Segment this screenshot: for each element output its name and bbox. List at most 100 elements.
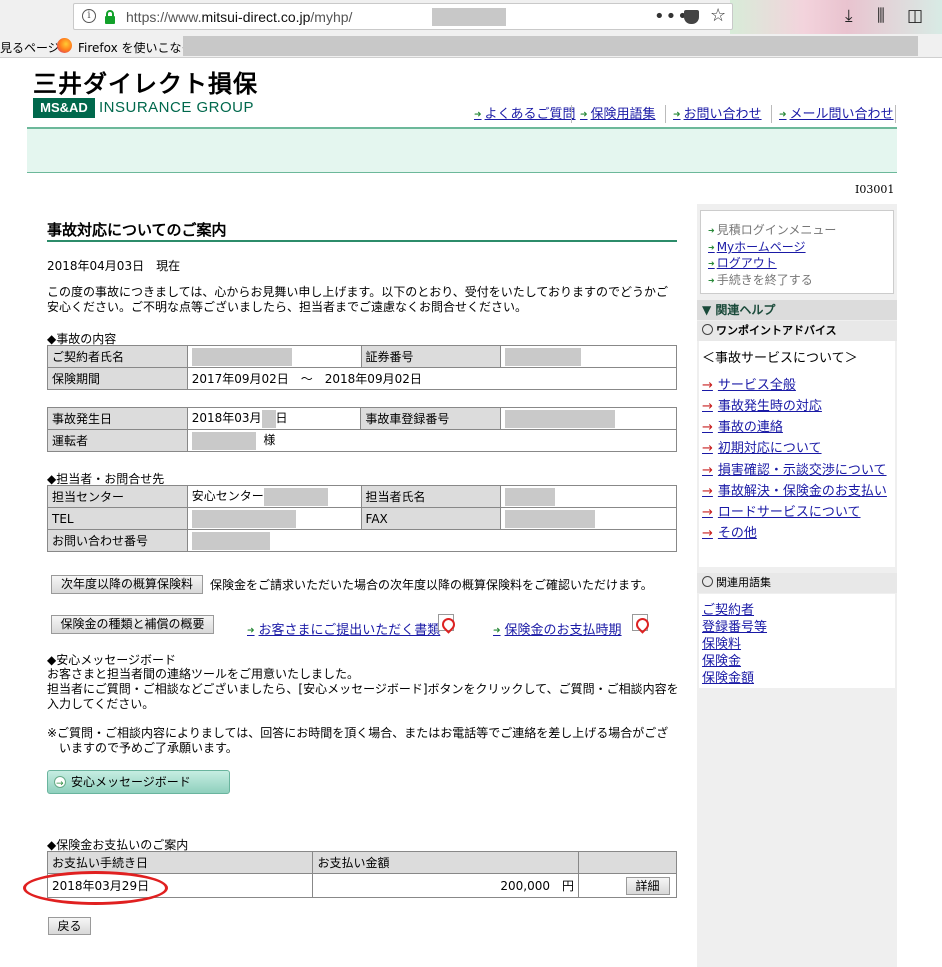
url-text: https://www.mitsui-direct.co.jp/myhp/ — [126, 9, 353, 25]
site-logo[interactable]: 三井ダイレクト損保 — [33, 64, 258, 99]
payment-timing-link[interactable]: ➜ 保険金のお支払時期 — [493, 619, 622, 638]
arrow-icon: ➜ — [474, 110, 482, 120]
fax-value — [500, 507, 677, 530]
help-item[interactable]: → その他 — [702, 522, 757, 541]
sidebar-item-estimate-menu[interactable]: ➜ 見積ログインメニュー — [708, 221, 836, 238]
arrow-icon: → — [702, 399, 713, 414]
browser-chrome: i https://www.mitsui-direct.co.jp/myhp/ … — [0, 0, 942, 58]
nav-glossary[interactable]: ➜ 保険用語集 — [580, 103, 656, 122]
bookmark-item[interactable]: 見るページ — [0, 39, 60, 56]
help-item[interactable]: → 損害確認・示談交渉について — [702, 459, 887, 478]
info-icon[interactable]: i — [82, 9, 96, 23]
help-item[interactable]: → サービス全般 — [702, 374, 796, 393]
arrow-icon: ➜ — [779, 110, 787, 120]
message-board-button[interactable]: 安心メッセージボード — [47, 770, 230, 795]
arrow-icon: → — [702, 420, 713, 435]
redacted-value — [191, 431, 256, 450]
pdf-icon[interactable] — [438, 614, 454, 631]
help-item[interactable]: → 初期対応について — [702, 437, 822, 456]
divider — [665, 105, 666, 123]
inquiry-label: お問い合わせ番号 — [47, 529, 188, 552]
redacted-value — [505, 487, 556, 506]
redacted-value — [505, 409, 616, 428]
redacted-value — [261, 409, 276, 428]
download-icon[interactable]: ⤓ — [845, 6, 853, 26]
nav-faq[interactable]: ➜ よくあるご質問 — [474, 103, 576, 122]
bookmarks-bar: 見るページ Firefox を使いこなそう — [0, 34, 942, 58]
driver-value: 様 — [186, 429, 678, 452]
redacted-url — [432, 8, 506, 26]
arrow-icon: → — [702, 378, 713, 393]
page-title: 事故対応についてのご案内 — [47, 221, 227, 239]
arrow-icon: ➜ — [493, 626, 501, 636]
arrow-icon: ➜ — [673, 110, 681, 120]
term-link[interactable]: 保険金額 — [702, 667, 754, 686]
help-item[interactable]: → 事故発生時の対応 — [702, 395, 822, 414]
inquiry-value — [186, 529, 678, 552]
sidebar-login-menu: ➜ 見積ログインメニュー ➜ Myホームページ ➜ ログアウト ➜ 手続きを終了する — [700, 210, 894, 294]
premium-estimate-button[interactable]: 次年度以降の概算保険料 — [51, 575, 203, 594]
tel-value — [186, 507, 362, 530]
accident-date-label: 事故発生日 — [47, 407, 188, 430]
group-name: INSURANCE GROUP — [99, 99, 255, 116]
arrow-circle-icon — [54, 773, 66, 795]
bookmark-star-icon[interactable]: ☆ — [710, 5, 726, 26]
help-item[interactable]: → 事故解決・保険金のお支払い — [702, 480, 887, 499]
sidebar-item-end-procedure[interactable]: ➜ 手続きを終了する — [708, 271, 813, 288]
detail-button[interactable]: 詳細 — [625, 876, 670, 895]
header-band — [27, 127, 897, 173]
period-label: 保険期間 — [47, 367, 188, 390]
pdf-icon[interactable] — [632, 614, 648, 631]
library-icon[interactable]: ⫼ — [877, 6, 885, 26]
sidebar-toggle-icon[interactable]: ◫ — [907, 6, 923, 26]
arrow-icon: ➜ — [708, 276, 715, 285]
driver-label: 運転者 — [47, 429, 188, 452]
person-label: 担当者氏名 — [360, 485, 502, 508]
sidebar-item-logout[interactable]: ➜ ログアウト — [708, 254, 777, 271]
car-number-label: 事故車登録番号 — [360, 407, 502, 430]
highlight-annotation — [23, 871, 168, 905]
detail-cell: 詳細 — [578, 873, 677, 898]
arrow-icon: ➜ — [708, 226, 715, 235]
arrow-icon: ➜ — [580, 110, 588, 120]
related-terms-header: 関連用語集 — [697, 573, 897, 593]
intro-text: この度の事故につきましては、心からお見舞い申し上げます。以下のとおり、受付をいた… — [47, 285, 669, 314]
car-number-value — [500, 407, 677, 430]
advice-icon — [702, 324, 713, 335]
submit-documents-link[interactable]: ➜ お客さまにご提出いただく書類 — [247, 619, 440, 638]
arrow-icon: ➜ — [247, 626, 255, 636]
help-item[interactable]: → ロードサービスについて — [702, 501, 861, 520]
address-bar[interactable]: i https://www.mitsui-direct.co.jp/myhp/ … — [73, 3, 733, 30]
arrow-icon: → — [702, 505, 713, 520]
one-point-advice-header: ワンポイントアドバイス — [697, 321, 897, 341]
nav-mail-contact[interactable]: ➜ メール問い合わせ — [779, 103, 894, 122]
coverage-overview-button[interactable]: 保険金の種類と補償の概要 — [51, 615, 214, 634]
back-button[interactable]: 戻る — [48, 917, 91, 935]
redacted-value — [191, 347, 292, 366]
redacted-bookmarks — [183, 36, 918, 56]
contract-table: ご契約者氏名 証券番号 保険期間 2017年09月02日 ～ 2018年09月0… — [47, 345, 678, 390]
premium-description: 保険金をご請求いただいた場合の次年度以降の概算保険料をご確認いただけます。 — [210, 578, 653, 592]
center-label: 担当センター — [47, 485, 188, 508]
holder-value — [186, 345, 362, 368]
redacted-value — [505, 347, 582, 366]
pocket-icon[interactable] — [684, 10, 699, 24]
sidebar-item-my-homepage[interactable]: ➜ Myホームページ — [708, 238, 806, 255]
redacted-value — [191, 509, 296, 528]
accident-table: 事故発生日 2018年03月日 事故車登録番号 運転者 様 — [47, 407, 678, 452]
policy-label: 証券番号 — [360, 345, 502, 368]
arrow-icon: → — [702, 526, 713, 541]
related-help-header: ▼ 関連ヘルプ — [697, 300, 897, 320]
section-message-board: ◆安心メッセージボード — [47, 653, 176, 667]
redacted-value — [505, 509, 596, 528]
payment-amount: 200,000 円 — [312, 873, 579, 898]
page-id: I03001 — [855, 183, 895, 196]
board-description: お客さまと担当者間の連絡ツールをご用意いたしました。 担当者にご質問・ご相談など… — [47, 667, 679, 711]
divider — [895, 105, 896, 123]
redacted-value — [263, 487, 328, 506]
nav-contact[interactable]: ➜ お問い合わせ — [673, 103, 762, 122]
divider — [771, 105, 772, 123]
policy-value — [500, 345, 677, 368]
help-item[interactable]: → 事故の連絡 — [702, 416, 783, 435]
fax-label: FAX — [360, 507, 502, 530]
